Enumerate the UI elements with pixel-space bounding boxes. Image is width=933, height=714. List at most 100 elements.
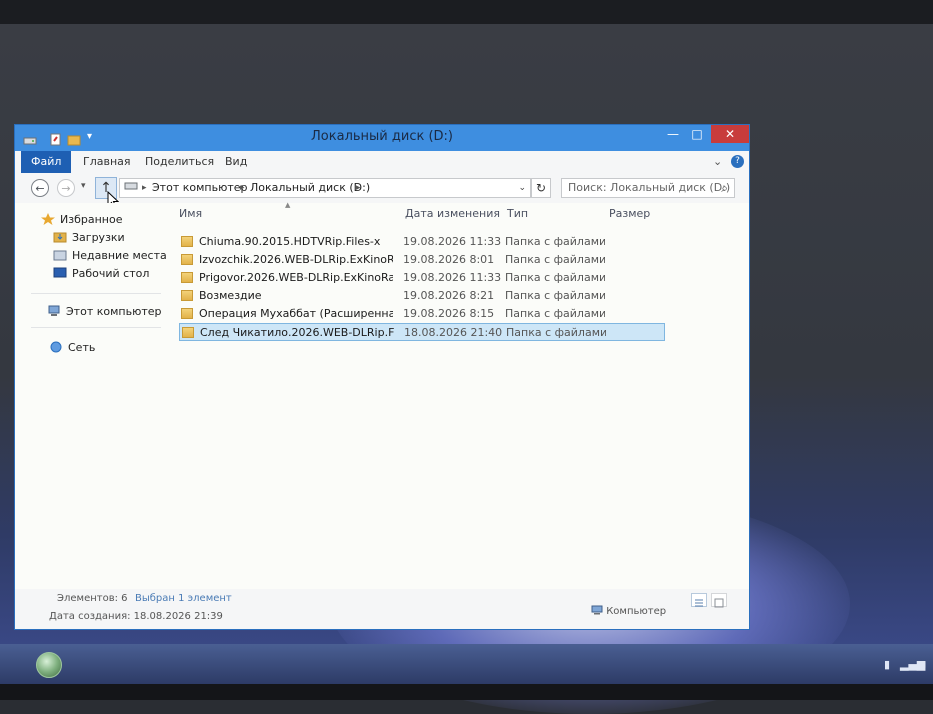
status-bar: Элементов: 6 Выбран 1 элемент Дата созда… [15, 589, 749, 629]
file-date: 19.08.2026 11:33 [403, 235, 502, 248]
file-name: След Чикатило.2026.WEB-DLRip.Files-x [200, 326, 394, 339]
file-date: 19.08.2026 8:15 [403, 307, 495, 320]
computer-icon [47, 305, 61, 317]
file-row[interactable]: Операция Мухаббат (Расширенная вер... 19… [179, 305, 665, 323]
file-type: Папка с файлами [505, 271, 605, 284]
sidebar-item-label: Загрузки [72, 231, 125, 244]
title-bar[interactable]: ▾ Локальный диск (D:) — □ ✕ [15, 125, 749, 151]
monitor-bezel-top [0, 0, 933, 24]
details-view-button[interactable] [691, 593, 707, 607]
file-type: Папка с файлами [505, 307, 605, 320]
column-header-name[interactable]: Имя [179, 207, 202, 220]
sidebar-item-label: Сеть [68, 341, 96, 354]
downloads-icon [53, 231, 67, 243]
file-row[interactable]: Возмездие 19.08.2026 8:21 Папка с файлам… [179, 287, 665, 305]
tab-view[interactable]: Вид [215, 151, 257, 173]
folder-icon [181, 290, 193, 301]
file-date: 19.08.2026 11:33 [403, 271, 502, 284]
search-input[interactable]: Поиск: Локальный диск (D:) ⌕ [561, 178, 735, 198]
sidebar-item-desktop[interactable]: Рабочий стол [53, 265, 149, 283]
file-date: 19.08.2026 8:01 [403, 253, 495, 266]
file-date: 19.08.2026 8:21 [403, 289, 495, 302]
tab-file[interactable]: Файл [21, 151, 72, 173]
location-label: Компьютер [591, 605, 666, 617]
column-header-size[interactable]: Размер [609, 207, 650, 220]
computer-icon [591, 605, 603, 615]
file-date: 18.08.2026 21:40 [404, 326, 503, 339]
file-name: Возмездие [199, 289, 262, 302]
start-button[interactable] [36, 652, 62, 678]
breadcrumb-this-pc[interactable]: Этот компьютер [152, 179, 248, 197]
close-button[interactable]: ✕ [711, 125, 749, 143]
volume-icon[interactable]: ◂ [920, 658, 926, 671]
sidebar-item-recent-places[interactable]: Недавние места [53, 247, 167, 265]
battery-icon[interactable]: ▮ [884, 658, 890, 671]
back-button[interactable]: ← [31, 179, 49, 197]
folder-icon [182, 327, 194, 338]
tab-share[interactable]: Поделиться [135, 151, 224, 173]
maximize-button[interactable]: □ [685, 125, 709, 143]
file-name: Prigovor.2026.WEB-DLRip.ExKinoRay [199, 271, 393, 284]
sidebar-item-downloads[interactable]: Загрузки [53, 229, 125, 247]
folder-icon [181, 254, 193, 265]
breadcrumb-separator-icon[interactable]: ▸ [356, 179, 361, 197]
window-title: Локальный диск (D:) [311, 129, 453, 144]
breadcrumb-separator-icon[interactable]: ▸ [142, 179, 147, 197]
sidebar-divider [31, 293, 161, 294]
folder-icon [181, 236, 193, 247]
sidebar-item-label: Рабочий стол [72, 267, 150, 280]
search-icon[interactable]: ⌕ [721, 179, 728, 197]
location-text: Компьютер [606, 606, 667, 617]
ribbon-expand-icon[interactable]: ⌄ [713, 155, 722, 168]
file-type: Папка с файлами [505, 289, 605, 302]
items-count: Элементов: 6 [57, 593, 128, 604]
created-date: Дата создания: 18.08.2026 21:39 [49, 611, 223, 622]
recent-locations-icon[interactable]: ▾ [81, 181, 86, 191]
taskbar: ▮ ▂▄▆ ◂ [0, 644, 933, 684]
sidebar-divider [31, 327, 161, 328]
sort-ascending-icon: ▲ [285, 201, 291, 209]
sidebar-item-network[interactable]: Сеть [49, 339, 95, 357]
breadcrumb-separator-icon[interactable]: ▸ [240, 179, 245, 197]
explorer-body: Избранное Загрузки Недавние места Рабочи… [15, 201, 749, 589]
file-name: Операция Мухаббат (Расширенная вер... [199, 307, 393, 320]
large-icons-view-button[interactable] [711, 593, 727, 608]
refresh-button[interactable]: ↻ [531, 178, 551, 198]
file-row[interactable]: Chiuma.90.2015.HDTVRip.Files-x 19.08.202… [179, 233, 665, 251]
sidebar-item-favorites[interactable]: Избранное [41, 211, 122, 229]
file-list: ▲ Имя Дата изменения Тип Размер Chiuma.9… [173, 201, 743, 589]
tab-home[interactable]: Главная [73, 151, 141, 173]
column-header-type[interactable]: Тип [507, 207, 528, 220]
folder-icon [181, 272, 193, 283]
navigation-pane: Избранное Загрузки Недавние места Рабочи… [15, 203, 167, 589]
minimize-button[interactable]: — [661, 125, 685, 143]
file-type: Папка с файлами [506, 326, 606, 339]
drive-address-icon [124, 179, 138, 197]
navigation-bar: ← → ▾ ↑ ▸ Этот компьютер ▸ Локальный дис… [15, 173, 749, 203]
file-row[interactable]: Prigovor.2026.WEB-DLRip.ExKinoRay 19.08.… [179, 269, 665, 287]
help-icon[interactable]: ? [731, 155, 744, 168]
desktop-icon [53, 267, 67, 279]
forward-button[interactable]: → [57, 179, 75, 197]
address-bar[interactable]: ▸ Этот компьютер ▸ Локальный диск (D:) ▸… [119, 178, 531, 198]
sidebar-item-label: Недавние места [72, 249, 167, 262]
file-row-selected[interactable]: След Чикатило.2026.WEB-DLRip.Files-x 18.… [179, 323, 665, 341]
file-name: Izvozchik.2026.WEB-DLRip.ExKinoRay [199, 253, 393, 266]
column-header-date[interactable]: Дата изменения [405, 207, 500, 220]
sidebar-item-this-pc[interactable]: Этот компьютер [47, 303, 162, 321]
star-icon [41, 213, 55, 225]
folder-icon [181, 308, 193, 319]
breadcrumb-local-disk[interactable]: Локальный диск (D:) [250, 179, 370, 197]
file-row[interactable]: Izvozchik.2026.WEB-DLRip.ExKinoRay 19.08… [179, 251, 665, 269]
address-dropdown-icon[interactable]: ⌄ [518, 179, 526, 197]
ribbon-tabs: Файл Главная Поделиться Вид ⌄ ? [15, 151, 749, 174]
monitor-bezel-bottom [0, 684, 933, 700]
explorer-window: ▾ Локальный диск (D:) — □ ✕ Файл Главная… [14, 124, 750, 630]
sidebar-item-label: Избранное [60, 213, 123, 226]
file-type: Папка с файлами [505, 253, 605, 266]
selected-count: Выбран 1 элемент [135, 593, 232, 604]
search-placeholder: Поиск: Локальный диск (D:) [568, 181, 731, 194]
recent-places-icon [53, 249, 67, 261]
file-name: Chiuma.90.2015.HDTVRip.Files-x [199, 235, 381, 248]
file-type: Папка с файлами [505, 235, 605, 248]
